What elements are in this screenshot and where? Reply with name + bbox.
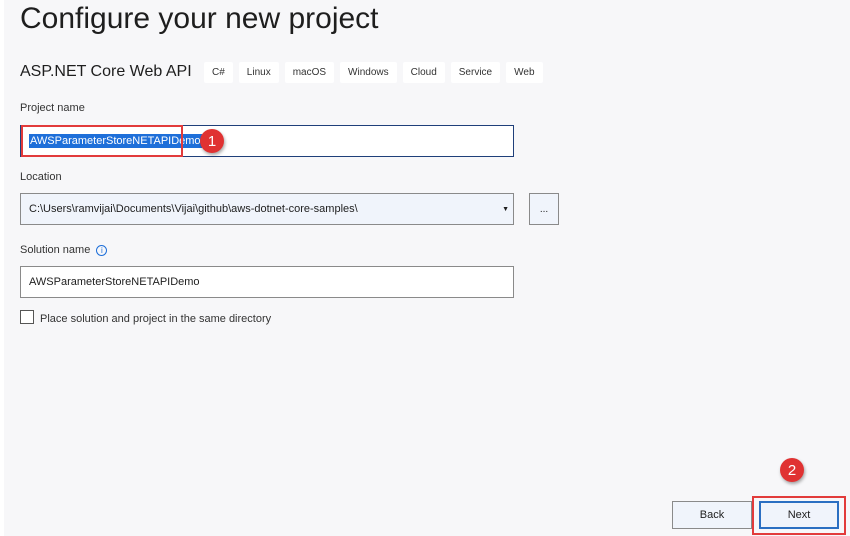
same-directory-label: Place solution and project in the same d… bbox=[40, 313, 272, 325]
annotation-badge-1: 1 bbox=[200, 129, 224, 153]
project-name-label: Project name bbox=[20, 102, 85, 114]
back-button[interactable]: Back bbox=[672, 501, 752, 529]
tag: Service bbox=[450, 62, 501, 83]
location-label: Location bbox=[20, 171, 62, 183]
template-tags: C# Linux macOS Windows Cloud Service Web bbox=[204, 62, 543, 83]
info-icon[interactable]: i bbox=[96, 245, 108, 256]
template-name: ASP.NET Core Web API bbox=[20, 63, 192, 80]
tag: Web bbox=[506, 62, 543, 83]
tag: Windows bbox=[340, 62, 397, 83]
solution-name-text: Solution name bbox=[20, 244, 91, 256]
highlight-box-1 bbox=[21, 125, 183, 157]
location-dropdown[interactable]: C:\Users\ramvijai\Documents\Vijai\github… bbox=[20, 193, 514, 225]
solution-name-value: AWSParameterStoreNETAPIDemo bbox=[29, 276, 200, 288]
same-directory-checkbox[interactable] bbox=[20, 310, 34, 324]
solution-name-label: Solution name i bbox=[20, 244, 108, 256]
page-title: Configure your new project bbox=[20, 2, 379, 35]
browse-button[interactable]: ... bbox=[529, 193, 559, 225]
annotation-badge-2: 2 bbox=[780, 458, 804, 482]
highlight-box-2 bbox=[752, 496, 846, 535]
chevron-down-icon: ▼ bbox=[502, 205, 509, 213]
tag: Cloud bbox=[402, 62, 445, 83]
location-value: C:\Users\ramvijai\Documents\Vijai\github… bbox=[29, 203, 358, 215]
tag: C# bbox=[204, 62, 233, 83]
solution-name-input[interactable]: AWSParameterStoreNETAPIDemo bbox=[20, 266, 514, 298]
tag: Linux bbox=[238, 62, 279, 83]
tag: macOS bbox=[284, 62, 335, 83]
